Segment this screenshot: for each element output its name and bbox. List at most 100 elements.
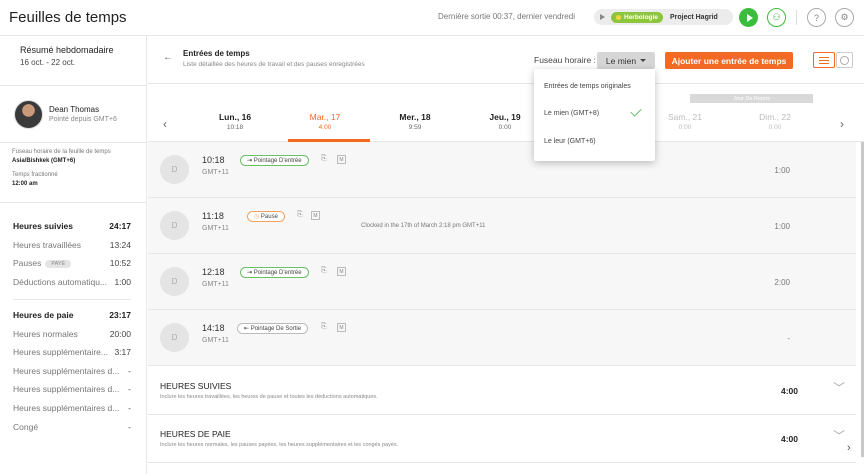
day-selector: ‹ Jour De Repos Lun., 16 10:18 Mar., 17 4:… bbox=[148, 84, 864, 142]
chevron-down-icon[interactable]: ﹀ bbox=[833, 427, 845, 444]
project-name[interactable]: Project Hagrid bbox=[670, 14, 718, 21]
settings-icon[interactable]: ⚙ bbox=[835, 8, 854, 27]
row-label: Heures supplémentaire... bbox=[13, 347, 108, 357]
add-time-entry-button[interactable]: Ajouter une entrée de temps bbox=[665, 52, 793, 69]
divider bbox=[796, 10, 797, 25]
overtime-row: Heures supplémentaire... 3:17 bbox=[13, 347, 131, 357]
prev-week-icon[interactable]: ‹ bbox=[163, 117, 167, 131]
row-value: - bbox=[128, 384, 131, 394]
top-bar: Feuilles de temps Dernière sortie 00:37,… bbox=[0, 0, 864, 36]
timer-widget[interactable]: Herbologie Project Hagrid bbox=[594, 9, 733, 25]
day-total: 0:00 bbox=[768, 124, 782, 131]
entry-gmt: GMT+11 bbox=[202, 281, 229, 288]
time-entry-row[interactable]: D 14:18 GMT+11 ⇤ Pointage De Sortie ⎘ M … bbox=[148, 310, 856, 366]
row-value: 10:52 bbox=[109, 258, 131, 268]
start-timer-button[interactable] bbox=[739, 8, 758, 27]
dropdown-item-mine[interactable]: Le mien (GMT+8) bbox=[544, 110, 599, 117]
timezone-dropdown-menu: Entrées de temps originales Le mien (GMT… bbox=[534, 69, 655, 161]
time-entry-row[interactable]: D 11:18 GMT+11 ◷ Pause ⎘ M Clocked in th… bbox=[148, 198, 856, 254]
entry-type-badge: ⇥ Pointage D'entrée bbox=[240, 155, 309, 166]
row-label: Déductions automatiqu... bbox=[13, 277, 108, 287]
divider bbox=[13, 299, 131, 300]
manual-badge: M bbox=[337, 323, 346, 332]
day-tab-active[interactable]: Mar., 17 4:00 bbox=[285, 112, 365, 131]
day-name: Mer., 18 bbox=[399, 112, 431, 122]
play-icon bbox=[746, 13, 753, 22]
row-label: Heures supplémentaires d... bbox=[13, 403, 120, 413]
last-exit-text: Dernière sortie 00:37, dernier vendredi bbox=[438, 12, 575, 21]
tag-dot-icon bbox=[616, 14, 621, 20]
activity-tag[interactable]: Herbologie bbox=[611, 11, 663, 23]
entry-type-label: Pointage De Sortie bbox=[250, 325, 302, 332]
clock-in-icon: ⇥ bbox=[247, 270, 254, 276]
help-icon[interactable]: ? bbox=[807, 8, 826, 27]
row-value: 3:17 bbox=[114, 347, 131, 357]
row-value: - bbox=[128, 403, 131, 413]
entry-time: 14:18 bbox=[202, 323, 225, 333]
entry-duration: - bbox=[787, 334, 790, 343]
entry-avatar: D bbox=[160, 267, 189, 296]
back-arrow-icon[interactable]: ← bbox=[163, 52, 173, 63]
entry-time: 10:18 bbox=[202, 155, 225, 165]
time-entry-row[interactable]: D 10:18 GMT+11 ⇥ Pointage D'entrée ⎘ M 1… bbox=[148, 142, 856, 198]
device-icon: ⎘ bbox=[297, 211, 303, 218]
entry-type-badge: ⇥ Pointage D'entrée bbox=[240, 267, 309, 278]
entry-note: Clocked in the 17th of March 2:18 pm GMT… bbox=[361, 223, 486, 229]
day-tab[interactable]: Mer., 18 9:59 bbox=[375, 112, 455, 131]
row-value: - bbox=[128, 422, 131, 432]
dropdown-item-theirs[interactable]: Le leur (GMT+6) bbox=[544, 138, 596, 145]
section-total: 4:00 bbox=[781, 386, 799, 396]
row-value: 13:24 bbox=[109, 240, 131, 250]
day-tab[interactable]: Lun., 16 10:18 bbox=[195, 112, 275, 131]
week-summary-header: Résumé hebdomadaire 16 oct. - 22 oct. bbox=[0, 36, 146, 86]
worked-hours-row: Heures travaillées 13:24 bbox=[13, 240, 131, 250]
day-name: Lun., 16 bbox=[218, 112, 252, 122]
tracked-hours-section[interactable]: HEURES SUIVIES Inclure les heures travai… bbox=[148, 367, 856, 415]
row-label: Heures normales bbox=[13, 329, 78, 339]
entry-avatar: D bbox=[160, 211, 189, 240]
check-icon bbox=[630, 105, 642, 117]
day-total: 9:59 bbox=[408, 124, 422, 131]
row-value: 24:17 bbox=[109, 221, 131, 231]
timezone-select-label: Fuseau horaire : bbox=[534, 55, 596, 65]
entry-time: 11:18 bbox=[202, 211, 224, 221]
entry-duration: 1:00 bbox=[774, 222, 790, 231]
time-entry-row[interactable]: D 12:18 GMT+11 ⇥ Pointage D'entrée ⎘ M 2… bbox=[148, 254, 856, 310]
chevron-down-icon[interactable]: ﹀ bbox=[833, 379, 845, 396]
user-subtitle: Pointé depuis GMT+6 bbox=[49, 116, 117, 123]
user-icon[interactable]: ⚇ bbox=[767, 8, 786, 27]
timezone-selected: Le mien bbox=[605, 55, 637, 66]
overtime-row: Heures supplémentaires d... - bbox=[13, 384, 131, 394]
row-label: Heures de paie bbox=[13, 310, 74, 320]
section-total: 4:00 bbox=[781, 434, 799, 444]
time-entries-header: ← Entrées de temps Liste détaillée des h… bbox=[148, 36, 864, 84]
entry-duration: 2:00 bbox=[774, 278, 790, 287]
user-name: Dean Thomas bbox=[49, 105, 100, 114]
pay-hours-section[interactable]: HEURES DE PAIE Inclure les heures normal… bbox=[148, 415, 856, 463]
section-description: Inclure les heures normales, les pauses … bbox=[160, 442, 399, 448]
day-tab[interactable]: Sam., 21 0:00 bbox=[645, 112, 725, 131]
row-label: Heures supplémentaires d... bbox=[13, 366, 120, 376]
clock-view-icon[interactable] bbox=[836, 52, 853, 68]
list-view-icon[interactable] bbox=[813, 52, 835, 68]
chevron-right-icon[interactable]: › bbox=[847, 442, 851, 454]
entry-type-label: Pause bbox=[260, 213, 278, 220]
next-week-icon[interactable]: › bbox=[840, 117, 844, 131]
split-time-value: 12:00 am bbox=[12, 181, 38, 187]
day-name: Mar., 17 bbox=[309, 112, 341, 122]
section-heading: HEURES DE PAIE bbox=[160, 429, 231, 439]
play-small-icon bbox=[600, 14, 605, 20]
user-card[interactable]: Dean Thomas Pointé depuis GMT+6 bbox=[0, 86, 146, 143]
day-tab[interactable]: Jeu., 19 0:00 bbox=[465, 112, 545, 131]
avatar bbox=[14, 99, 43, 129]
entry-type-label: Pointage D'entrée bbox=[253, 157, 302, 164]
dropdown-item-original[interactable]: Entrées de temps originales bbox=[544, 83, 631, 90]
row-value: 1:00 bbox=[114, 277, 131, 287]
day-tab[interactable]: Dim., 22 0:00 bbox=[735, 112, 815, 131]
timezone-select[interactable]: Le mien bbox=[597, 52, 655, 69]
entry-avatar: D bbox=[160, 155, 189, 184]
paid-badge: PAYÉ bbox=[45, 259, 72, 268]
entry-type-badge: ⇤ Pointage De Sortie bbox=[237, 323, 309, 334]
week-range: 16 oct. - 22 oct. bbox=[20, 58, 76, 67]
device-icon: ⎘ bbox=[321, 155, 327, 162]
